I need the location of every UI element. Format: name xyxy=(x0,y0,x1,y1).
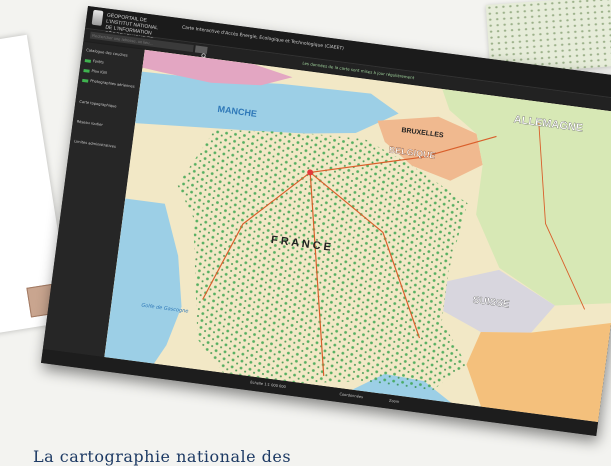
sidebar-item-road-network[interactable]: Réseau routier xyxy=(76,120,130,133)
search-button[interactable] xyxy=(194,45,208,60)
layer-color-swatch xyxy=(82,78,89,83)
logo-icon[interactable] xyxy=(91,9,104,26)
zoom-text[interactable]: Zoom xyxy=(389,399,400,404)
geoportal-screenshot: Géoportail de l'Institut National de l'I… xyxy=(41,6,611,437)
sidebar-item-topo-map[interactable]: Carte topographique xyxy=(79,100,133,113)
caption-text: La cartographie nationale des xyxy=(33,447,292,466)
layer-color-swatch xyxy=(83,68,90,73)
scale-text: Échelle 1:1 000 000 xyxy=(249,380,287,390)
coords-text: Coordonnées xyxy=(339,392,364,400)
sidebar-item-admin-limits[interactable]: Limites administratives xyxy=(74,139,128,152)
layer-color-swatch xyxy=(84,58,92,63)
